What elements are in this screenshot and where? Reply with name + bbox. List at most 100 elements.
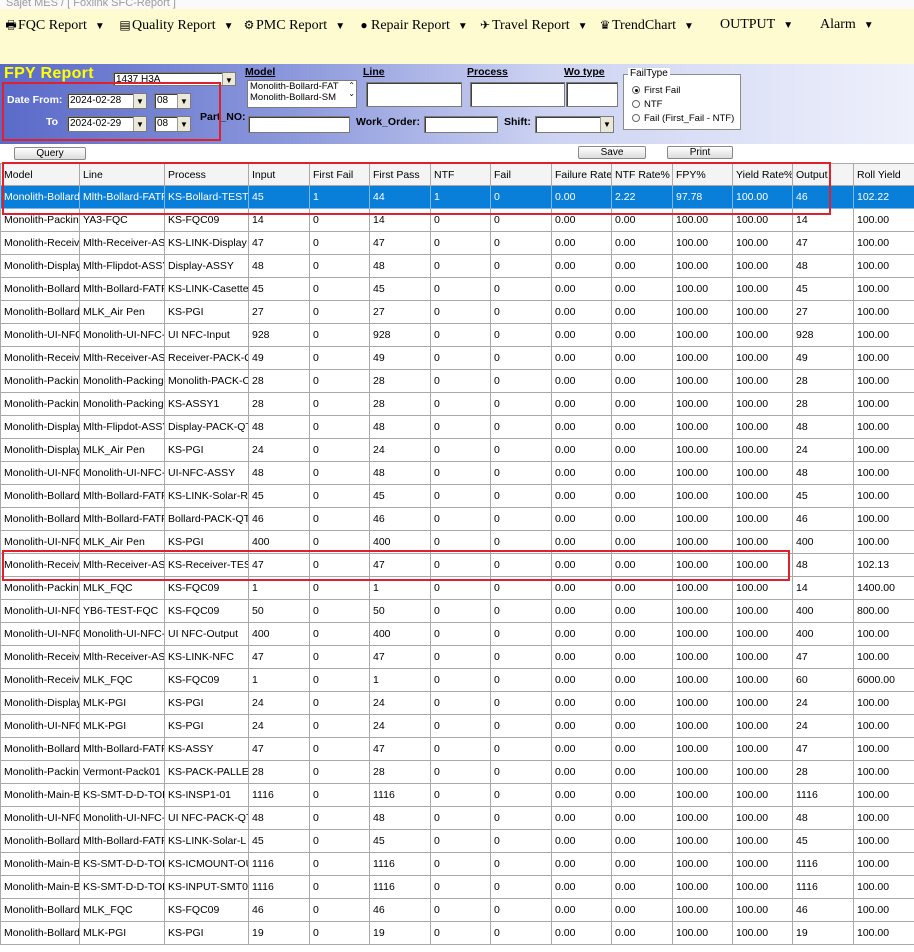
table-cell[interactable]: 0 <box>490 714 552 738</box>
table-cell[interactable]: Monolith-UI-NFC <box>0 714 80 738</box>
table-cell[interactable]: 0.00 <box>611 806 673 830</box>
table-cell[interactable]: 100.00 <box>672 714 733 738</box>
table-cell[interactable]: 0 <box>309 737 370 761</box>
table-cell[interactable]: KS-PGI <box>164 530 249 554</box>
table-cell[interactable]: 60 <box>792 668 854 692</box>
table-cell[interactable]: 1 <box>309 185 370 209</box>
factory-select[interactable]: 1437 H3A ▼ <box>113 72 236 86</box>
table-cell[interactable]: 24 <box>248 691 310 715</box>
table-cell[interactable]: 100.00 <box>732 852 793 876</box>
table-cell[interactable]: 1116 <box>248 875 310 899</box>
table-cell[interactable]: 0 <box>309 553 370 577</box>
table-cell[interactable]: 100.00 <box>672 576 733 600</box>
table-cell[interactable]: 0 <box>309 599 370 623</box>
table-cell[interactable]: 0.00 <box>551 277 612 301</box>
table-cell[interactable]: 100.00 <box>732 277 793 301</box>
line-field[interactable] <box>366 82 462 107</box>
table-cell[interactable]: 400 <box>248 530 310 554</box>
menu-pmc-report[interactable]: ⚙ PMC Report ▼ <box>242 15 345 35</box>
table-cell[interactable]: Monolith-Bollard- <box>0 829 80 853</box>
table-cell[interactable]: 100.00 <box>672 415 733 439</box>
table-cell[interactable]: 100.00 <box>732 507 793 531</box>
table-cell[interactable]: 0.00 <box>551 484 612 508</box>
table-cell[interactable]: Mlth-Bollard-FATP <box>79 829 165 853</box>
table-cell[interactable]: 48 <box>792 553 854 577</box>
table-cell[interactable]: 0 <box>490 645 552 669</box>
table-cell[interactable]: 100.00 <box>672 231 733 255</box>
table-cell[interactable]: Monolith-Receiv <box>0 553 80 577</box>
table-cell[interactable]: Monolith-Bollard- <box>0 484 80 508</box>
table-cell[interactable]: 400 <box>369 622 431 646</box>
table-row[interactable]: Monolith-Bollard- Mlth-Bollard-FATP KS-Bol… <box>0 185 914 209</box>
table-cell[interactable]: 100.00 <box>853 323 914 347</box>
table-cell[interactable]: 0.00 <box>611 668 673 692</box>
table-cell[interactable]: KS-FQC09 <box>164 599 249 623</box>
table-cell[interactable]: 24 <box>369 691 431 715</box>
table-cell[interactable]: 45 <box>248 829 310 853</box>
table-cell[interactable]: 0.00 <box>551 714 612 738</box>
table-cell[interactable]: 14 <box>248 208 310 232</box>
table-cell[interactable]: KS-FQC09 <box>164 668 249 692</box>
table-cell[interactable]: 0 <box>430 484 491 508</box>
table-cell[interactable]: 100.00 <box>853 507 914 531</box>
table-cell[interactable]: 0 <box>490 921 552 945</box>
table-cell[interactable]: 1116 <box>792 875 854 899</box>
table-cell[interactable]: YB6-TEST-FQC <box>79 599 165 623</box>
table-cell[interactable]: Monolith-UI-NFC-T <box>79 622 165 646</box>
table-cell[interactable]: 0 <box>430 898 491 922</box>
hour-from-select[interactable]: 08 ▼ <box>154 93 191 109</box>
table-cell[interactable]: KS-LINK-Display <box>164 231 249 255</box>
table-cell[interactable]: 45 <box>369 484 431 508</box>
table-row[interactable]: Monolith-UI-NFC Monolith-UI-NFC-A UI NFC-P… <box>0 806 914 830</box>
table-cell[interactable]: 46 <box>369 898 431 922</box>
table-cell[interactable]: KS-SMT-D-D-TOP <box>79 783 165 807</box>
table-cell[interactable]: KS-ASSY <box>164 737 249 761</box>
table-cell[interactable]: 0.00 <box>611 921 673 945</box>
table-cell[interactable]: 47 <box>792 231 854 255</box>
table-cell[interactable]: 48 <box>369 806 431 830</box>
table-cell[interactable]: 28 <box>248 392 310 416</box>
table-cell[interactable]: Monolith-Bollard- <box>0 737 80 761</box>
table-cell[interactable]: Display-PACK-QTY <box>164 415 249 439</box>
table-cell[interactable]: 28 <box>248 760 310 784</box>
table-row[interactable]: Monolith-Bollard- Mlth-Bollard-FATP Bollar… <box>0 507 914 531</box>
table-cell[interactable]: 24 <box>369 714 431 738</box>
table-cell[interactable]: 0.00 <box>551 185 612 209</box>
column-header[interactable]: NTF <box>430 163 491 186</box>
table-cell[interactable]: 0.00 <box>551 622 612 646</box>
table-cell[interactable]: KS-PGI <box>164 438 249 462</box>
table-cell[interactable]: 2.22 <box>611 185 673 209</box>
table-cell[interactable]: 100.00 <box>732 898 793 922</box>
table-cell[interactable]: 0.00 <box>611 208 673 232</box>
table-cell[interactable]: 0.00 <box>551 783 612 807</box>
table-cell[interactable]: 400 <box>792 599 854 623</box>
table-cell[interactable]: 0.00 <box>611 691 673 715</box>
table-cell[interactable]: 0 <box>309 576 370 600</box>
table-cell[interactable]: Monolith-Receiv <box>0 231 80 255</box>
table-cell[interactable]: 0 <box>430 346 491 370</box>
menu-travel-report[interactable]: ✈ Travel Report ▼ <box>478 15 588 35</box>
table-cell[interactable]: 100.00 <box>853 852 914 876</box>
table-cell[interactable]: MLK-PGI <box>79 714 165 738</box>
table-cell[interactable]: 0 <box>430 691 491 715</box>
table-cell[interactable]: 100.00 <box>672 622 733 646</box>
hour-to-select[interactable]: 08 ▼ <box>154 116 191 132</box>
table-cell[interactable]: 0 <box>430 277 491 301</box>
table-cell[interactable]: 50 <box>248 599 310 623</box>
table-cell[interactable]: 0.00 <box>611 231 673 255</box>
table-cell[interactable]: 48 <box>248 461 310 485</box>
table-cell[interactable]: 47 <box>248 231 310 255</box>
table-cell[interactable]: 0 <box>309 277 370 301</box>
table-cell[interactable]: Monolith-Display <box>0 415 80 439</box>
table-cell[interactable]: 100.00 <box>672 760 733 784</box>
table-row[interactable]: Monolith-Bollard- MLK_FQC KS-FQC09 46 0 46 0 0 0… <box>0 898 914 922</box>
table-cell[interactable]: 0.00 <box>551 852 612 876</box>
table-cell[interactable]: 100.00 <box>672 898 733 922</box>
table-cell[interactable]: 0 <box>309 208 370 232</box>
table-cell[interactable]: 28 <box>369 760 431 784</box>
table-cell[interactable]: 0 <box>490 277 552 301</box>
table-cell[interactable]: 0 <box>430 208 491 232</box>
table-row[interactable]: Monolith-Display MLK_Air Pen KS-PGI 24 0 24 0 0… <box>0 438 914 462</box>
table-cell[interactable]: 0 <box>309 461 370 485</box>
table-cell[interactable]: 0.00 <box>551 875 612 899</box>
